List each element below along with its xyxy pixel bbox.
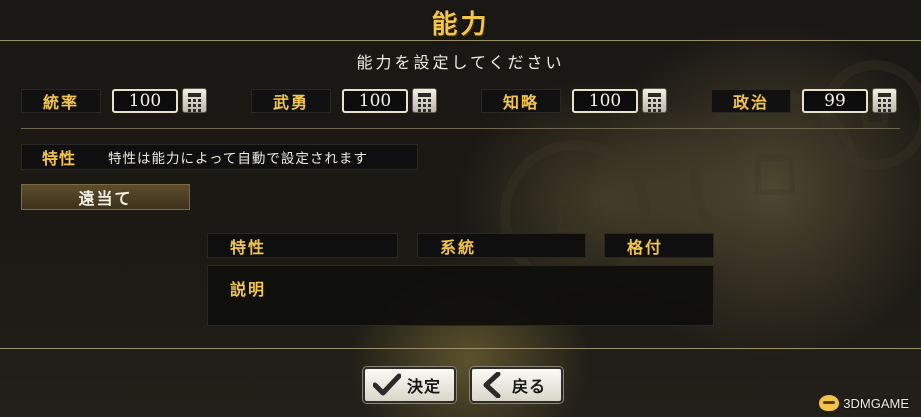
stat-input-valor[interactable]: 100 [342, 89, 408, 113]
footer-divider [0, 348, 921, 349]
column-header-trait: 特性 [207, 233, 398, 258]
stat-label-intellect: 知略 [481, 89, 561, 113]
calculator-icon[interactable] [872, 88, 897, 113]
page-subtitle: 能力を設定してください [356, 53, 565, 72]
stat-label-leadership: 統率 [21, 89, 101, 113]
trait-label: 特性 [42, 149, 77, 168]
calculator-icon[interactable] [182, 88, 207, 113]
stats-divider [21, 128, 900, 129]
watermark-text: 3DMGAME [843, 395, 909, 411]
chevron-left-icon [483, 372, 501, 398]
description-panel: 説明 [207, 265, 714, 326]
confirm-button[interactable]: 決定 [363, 367, 456, 403]
checkmark-icon [373, 373, 401, 396]
column-header-lineage: 系統 [417, 233, 586, 258]
stat-label-politics: 政治 [711, 89, 791, 113]
description-label: 説明 [230, 280, 267, 299]
stat-input-intellect[interactable]: 100 [572, 89, 638, 113]
watermark-logo-icon [819, 395, 840, 411]
stat-label-valor: 武勇 [251, 89, 331, 113]
page-title: 能力 [431, 10, 490, 40]
back-button-label: 戻る [512, 377, 547, 396]
back-button[interactable]: 戻る [470, 367, 563, 403]
trait-info-row: 特性 特性は能力によって自動で設定されます [21, 144, 418, 170]
confirm-button-label: 決定 [407, 377, 442, 396]
calculator-icon[interactable] [412, 88, 437, 113]
coin-decoration [820, 60, 921, 170]
calculator-icon[interactable] [642, 88, 667, 113]
watermark: 3DMGAME [819, 395, 909, 411]
trait-note: 特性は能力によって自動で設定されます [108, 151, 368, 167]
stat-input-politics[interactable]: 99 [802, 89, 868, 113]
header-divider [0, 40, 921, 41]
trait-item-selected[interactable]: 遠当て [21, 184, 190, 210]
stat-input-leadership[interactable]: 100 [112, 89, 178, 113]
column-header-rank: 格付 [604, 233, 714, 258]
